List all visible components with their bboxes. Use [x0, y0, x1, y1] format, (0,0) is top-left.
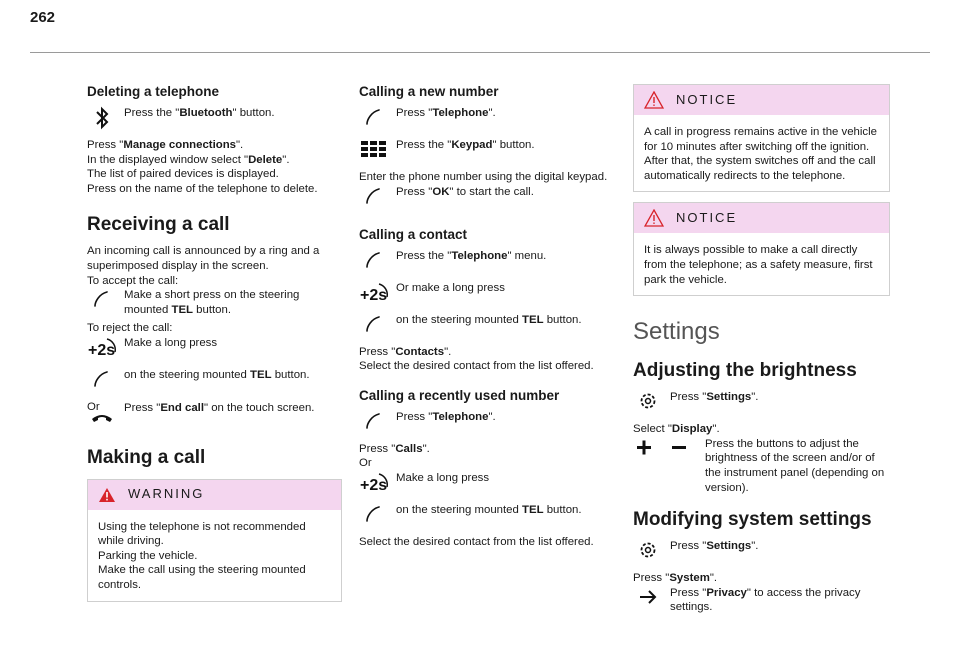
column-3: NOTICE A call in progress remains active…: [633, 84, 890, 619]
touch-icon: [359, 410, 389, 438]
notice-header: NOTICE: [634, 85, 889, 115]
step-privacy: Press "Privacy" to access the privacy se…: [633, 586, 888, 615]
calls-text: Press "Calls". Or: [359, 442, 430, 470]
step-ok: Press "OK" to start the call.: [359, 185, 614, 213]
step-keypad: Press the "Keypad" button.: [359, 138, 614, 166]
section-title-making: Making a call: [87, 446, 206, 468]
step-settings: Press "Settings".: [633, 390, 888, 418]
svg-text:+2s: +2s: [360, 287, 387, 304]
notice-triangle-icon: [644, 209, 664, 228]
svg-text:+2s: +2s: [360, 477, 387, 494]
section-title-system: Modifying system settings: [633, 509, 872, 531]
system-text: Press "System".: [633, 572, 718, 585]
contacts-text: Press "Contacts". Select the desired cont…: [359, 345, 594, 373]
recent-contact-text: Select the desired contact from the list…: [359, 535, 594, 548]
step-end-call: Press "End call" on the touch screen.: [87, 401, 342, 429]
step-telephone: Press "Telephone".: [359, 106, 614, 134]
hang-up-icon: [87, 401, 117, 429]
warning-icon: [99, 487, 115, 502]
touch-icon: [359, 249, 389, 277]
step-telephone: Press "Telephone".: [359, 410, 614, 438]
bluetooth-icon: [87, 106, 117, 134]
notice-text-2: It is always possible to make a call dir…: [644, 244, 873, 286]
keypad-icon: [359, 138, 389, 166]
section-title-new-number: Calling a new number: [359, 84, 499, 99]
step-bluetooth: Press the "Bluetooth" button.: [87, 106, 342, 134]
warning-box: WARNING Using the telephone is not recom…: [87, 478, 342, 602]
gear-icon: [633, 390, 663, 418]
reject-label: To reject the call:: [87, 322, 173, 335]
step-settings: Press "Settings".: [633, 539, 888, 567]
notice-box-1: NOTICE A call in progress remains active…: [633, 84, 890, 193]
step-brightness-buttons: Press the buttons to adjust the brightne…: [633, 437, 888, 495]
section-title-contact: Calling a contact: [359, 226, 468, 242]
section-title-recent: Calling a recently used number: [359, 387, 560, 403]
warning-text: Using the telephone is not recommended w…: [98, 520, 306, 591]
step-long-press: +2s Or make a long press: [359, 281, 614, 309]
display-text: Select "Display".: [633, 423, 720, 436]
step-long-press: +2s Make a long press: [87, 336, 342, 364]
section-title-brightness: Adjusting the brightness: [633, 360, 857, 382]
column-2: Calling a new number Press "Telephone". …: [359, 84, 614, 550]
step-telephone-menu: Press the "Telephone" menu.: [359, 249, 614, 277]
touch-icon: [87, 288, 117, 316]
step-long-press: +2s Make a long press: [359, 471, 614, 499]
touch-icon: [87, 368, 117, 396]
section-title-receiving: Receiving a call: [87, 214, 230, 236]
step-tel-button: on the steering mounted TEL button.: [359, 503, 614, 531]
notice-header: NOTICE: [634, 203, 889, 234]
keypad-text: Enter the phone number using the digital…: [359, 171, 608, 183]
step-tel-button: on the steering mounted TEL button.: [87, 368, 342, 396]
touch-icon: [359, 313, 389, 341]
long-press-2s-icon: +2s: [359, 281, 389, 309]
settings-title: Settings: [633, 318, 720, 346]
receiving-intro: An incoming call is announced by a ring …: [87, 245, 320, 287]
step-accept: Make a short press on the steering mount…: [87, 288, 342, 317]
svg-text:+2s: +2s: [88, 342, 115, 359]
page-number: 262: [30, 9, 56, 26]
touch-icon: [359, 185, 389, 213]
column-1: Deleting a telephone Press the "Bluetoot…: [87, 84, 342, 602]
deleting-text: Press "Manage connections". In the displa…: [87, 139, 318, 195]
long-press-2s-icon: +2s: [359, 471, 389, 499]
notice-triangle-icon: [644, 91, 664, 109]
arrow-right-icon: [633, 586, 663, 614]
step-tel-button: on the steering mounted TEL button.: [359, 313, 614, 341]
section-title-deleting: Deleting a telephone: [87, 84, 220, 99]
warning-header: WARNING: [88, 479, 341, 510]
long-press-2s-icon: +2s: [87, 336, 117, 364]
notice-text-1: A call in progress remains active in the…: [644, 126, 877, 182]
touch-icon: [359, 503, 389, 531]
gear-icon: [633, 539, 663, 567]
header-rule: [30, 52, 930, 53]
plus-minus-icon: [633, 437, 697, 465]
touch-icon: [359, 106, 389, 134]
notice-box-2: NOTICE It is always possible to make a c…: [633, 202, 890, 297]
